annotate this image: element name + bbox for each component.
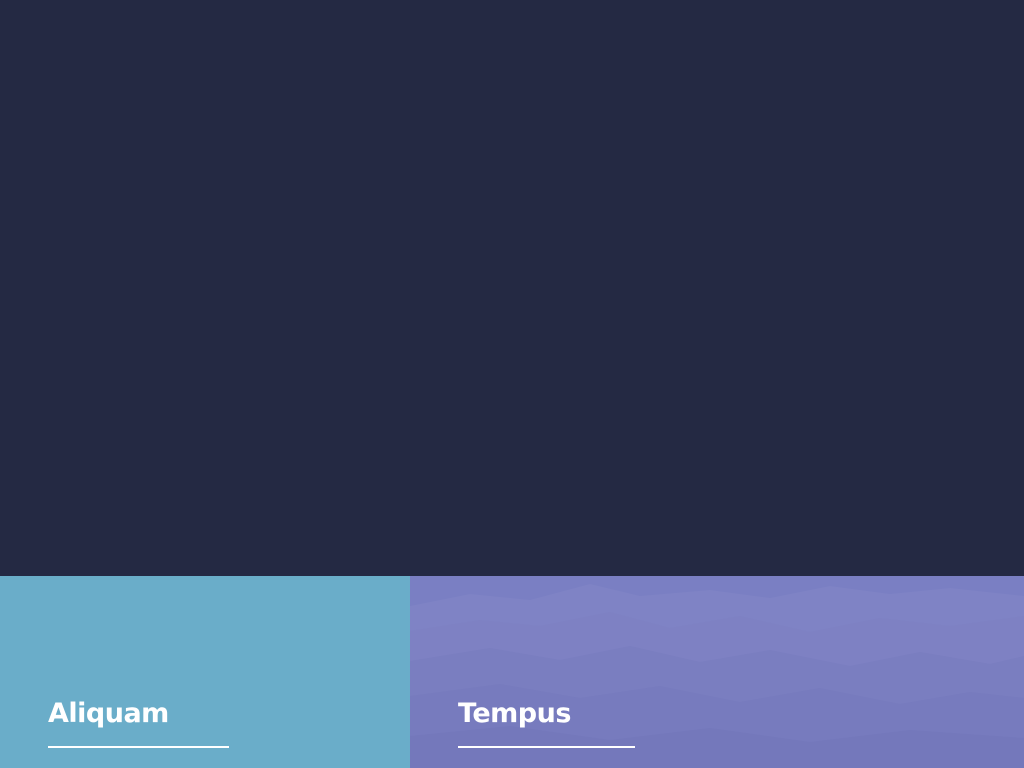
tile-title[interactable]: Aliquam <box>48 698 169 730</box>
mountains-background-image <box>410 584 1024 768</box>
tiles-section: Aliquam Tempus <box>0 576 1024 768</box>
tile-tempus[interactable]: Tempus <box>410 576 1024 768</box>
tile-title[interactable]: Tempus <box>458 698 571 730</box>
tile-underline <box>48 746 229 748</box>
tile-aliquam[interactable]: Aliquam <box>0 576 410 768</box>
tile-underline <box>458 746 635 748</box>
hero-banner <box>0 0 1024 576</box>
